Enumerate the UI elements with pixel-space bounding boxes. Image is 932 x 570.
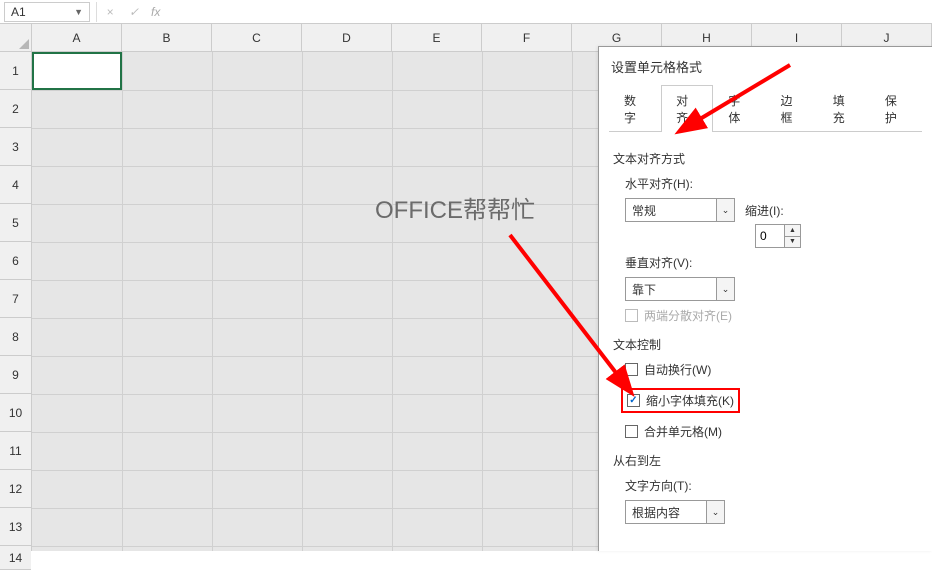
- row-headers: 1 2 3 4 5 6 7 8 9 10 11 12 13 14: [0, 24, 32, 551]
- column-header[interactable]: A: [32, 24, 122, 51]
- gridline: [392, 52, 393, 551]
- row-header[interactable]: 10: [0, 394, 31, 432]
- row-header[interactable]: 7: [0, 280, 31, 318]
- tab-protection[interactable]: 保护: [870, 85, 922, 132]
- row-header[interactable]: 5: [0, 204, 31, 242]
- dialog-tabs: 数字 对齐 字体 边框 填充 保护: [609, 84, 922, 132]
- indent-spinner[interactable]: ▲ ▼: [755, 224, 801, 248]
- tab-alignment[interactable]: 对齐: [661, 85, 713, 132]
- chevron-down-icon: ▼: [74, 7, 83, 17]
- gridline: [122, 52, 123, 551]
- shrink-to-fit-checkbox[interactable]: [627, 394, 640, 407]
- indent-input[interactable]: [756, 225, 784, 247]
- dialog-body: 文本对齐方式 水平对齐(H): 常规 ⌄ 缩进(I): ▲ ▼ 垂直对齐(V):…: [599, 132, 932, 540]
- tab-font[interactable]: 字体: [713, 85, 765, 132]
- format-cells-dialog: 设置单元格格式 数字 对齐 字体 边框 填充 保护 文本对齐方式 水平对齐(H)…: [598, 46, 932, 551]
- horizontal-align-value: 常规: [626, 202, 716, 219]
- cancel-icon: ×: [103, 5, 117, 19]
- row-header[interactable]: 2: [0, 90, 31, 128]
- vertical-align-value: 靠下: [626, 281, 716, 298]
- merge-cells-checkbox[interactable]: [625, 425, 638, 438]
- column-header[interactable]: F: [482, 24, 572, 51]
- gridline: [212, 52, 213, 551]
- vertical-align-label: 垂直对齐(V):: [625, 254, 918, 271]
- tab-border[interactable]: 边框: [766, 85, 818, 132]
- justify-distributed-checkbox: [625, 309, 638, 322]
- column-header[interactable]: B: [122, 24, 212, 51]
- confirm-icon: ✓: [127, 5, 141, 19]
- vertical-align-combo[interactable]: 靠下 ⌄: [625, 277, 735, 301]
- row-header[interactable]: 11: [0, 432, 31, 470]
- row-header[interactable]: 14: [0, 546, 31, 570]
- spinner-down-icon[interactable]: ▼: [785, 237, 800, 248]
- rtl-section: 从右到左: [613, 452, 918, 469]
- wrap-text-label: 自动换行(W): [644, 361, 711, 378]
- fx-icon[interactable]: fx: [151, 5, 160, 19]
- row-header[interactable]: 4: [0, 166, 31, 204]
- name-box[interactable]: A1 ▼: [4, 2, 90, 22]
- row-header[interactable]: 3: [0, 128, 31, 166]
- wrap-text-checkbox[interactable]: [625, 363, 638, 376]
- tab-fill[interactable]: 填充: [818, 85, 870, 132]
- column-header[interactable]: C: [212, 24, 302, 51]
- select-all-button[interactable]: [0, 24, 31, 52]
- text-direction-value: 根据内容: [626, 504, 706, 521]
- horizontal-align-label: 水平对齐(H):: [625, 175, 918, 192]
- dialog-title: 设置单元格格式: [599, 47, 932, 84]
- row-header[interactable]: 12: [0, 470, 31, 508]
- shrink-to-fit-label: 缩小字体填充(K): [646, 392, 734, 409]
- indent-label: 缩进(I):: [745, 202, 784, 219]
- text-direction-label: 文字方向(T):: [625, 477, 918, 494]
- horizontal-align-combo[interactable]: 常规 ⌄: [625, 198, 735, 222]
- spinner-up-icon[interactable]: ▲: [785, 225, 800, 237]
- column-header[interactable]: D: [302, 24, 392, 51]
- row-header[interactable]: 13: [0, 508, 31, 546]
- tab-number[interactable]: 数字: [609, 85, 661, 132]
- name-box-value: A1: [11, 5, 74, 19]
- text-direction-combo[interactable]: 根据内容 ⌄: [625, 500, 725, 524]
- column-header[interactable]: E: [392, 24, 482, 51]
- gridline: [302, 52, 303, 551]
- row-header[interactable]: 9: [0, 356, 31, 394]
- justify-distributed-label: 两端分散对齐(E): [644, 307, 732, 324]
- text-control-section: 文本控制: [613, 336, 918, 353]
- merge-cells-label: 合并单元格(M): [644, 423, 722, 440]
- row-header[interactable]: 6: [0, 242, 31, 280]
- row-header[interactable]: 1: [0, 52, 31, 90]
- formula-bar-buttons: × ✓: [103, 5, 141, 19]
- formula-bar: A1 ▼ × ✓ fx: [0, 0, 932, 24]
- active-cell-a1[interactable]: [32, 52, 122, 90]
- chevron-down-icon: ⌄: [716, 278, 734, 300]
- gridline: [482, 52, 483, 551]
- row-header[interactable]: 8: [0, 318, 31, 356]
- divider: [96, 2, 97, 22]
- gridline: [572, 52, 573, 551]
- shrink-to-fit-highlight: 缩小字体填充(K): [621, 388, 740, 413]
- chevron-down-icon: ⌄: [706, 501, 724, 523]
- chevron-down-icon: ⌄: [716, 199, 734, 221]
- text-alignment-section: 文本对齐方式: [613, 150, 918, 167]
